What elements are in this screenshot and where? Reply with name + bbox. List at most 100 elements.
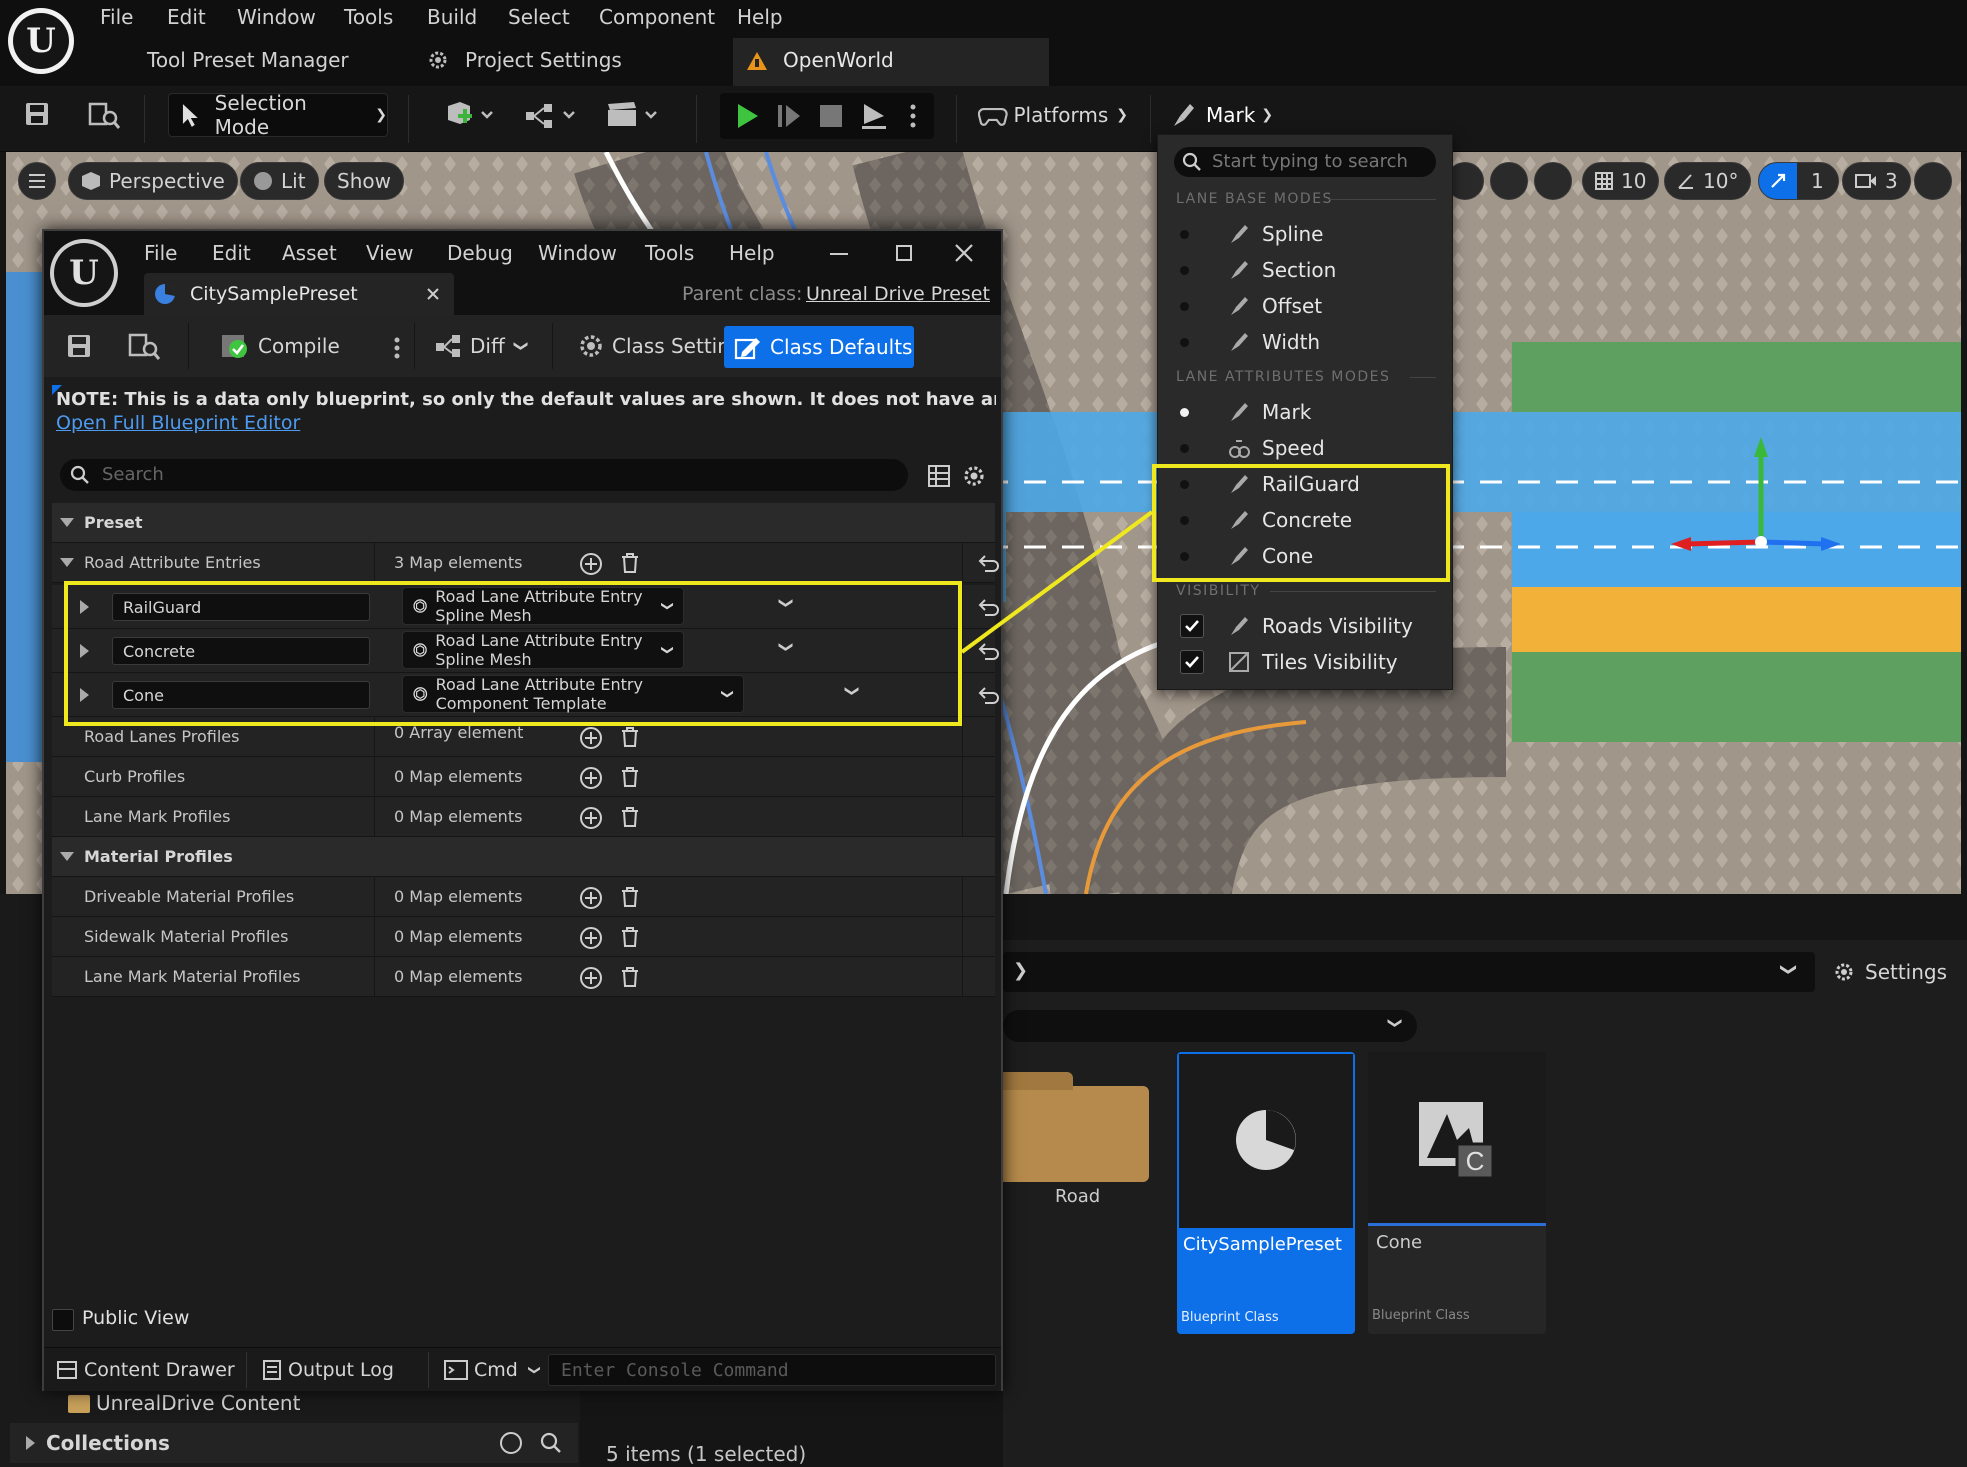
filter-bar[interactable]: ❯ bbox=[1003, 1010, 1417, 1042]
browse-icon[interactable] bbox=[88, 100, 120, 130]
menu-component[interactable]: Component bbox=[599, 5, 715, 29]
path-bar[interactable]: ❯ ❯ bbox=[1003, 952, 1815, 992]
compile-options-icon[interactable] bbox=[394, 337, 400, 359]
asset-tile-citysamplepreset[interactable]: CitySamplePreset Blueprint Class bbox=[1177, 1052, 1355, 1334]
public-view-checkbox[interactable] bbox=[52, 1309, 74, 1331]
menu-edit[interactable]: Edit bbox=[167, 5, 206, 29]
cinematics-icon[interactable] bbox=[606, 100, 662, 130]
trash-icon[interactable] bbox=[620, 806, 640, 828]
bp-menu-help[interactable]: Help bbox=[729, 241, 775, 265]
bp-menu-file[interactable]: File bbox=[144, 241, 177, 265]
tab-project-settings[interactable]: Project Settings bbox=[465, 48, 622, 72]
trash-icon[interactable] bbox=[620, 552, 640, 574]
trash-icon[interactable] bbox=[620, 926, 640, 948]
menu-search-box[interactable]: Start typing to search bbox=[1174, 147, 1436, 177]
close-tab-icon[interactable] bbox=[426, 287, 440, 301]
bp-menu-edit[interactable]: Edit bbox=[212, 241, 251, 265]
checkbox[interactable] bbox=[1180, 614, 1204, 638]
surface-snap-icon[interactable] bbox=[1490, 162, 1528, 200]
scale-snap-button[interactable]: 1 bbox=[1758, 162, 1839, 200]
blueprint-graph-icon[interactable] bbox=[524, 100, 580, 130]
settings-button[interactable]: Settings bbox=[1833, 952, 1947, 992]
details-search-input[interactable]: Search bbox=[60, 459, 908, 491]
console-command-input[interactable]: Enter Console Command bbox=[548, 1354, 996, 1386]
reset-to-default-icon[interactable] bbox=[977, 685, 999, 705]
menu-item-section[interactable]: Section bbox=[1158, 253, 1452, 287]
minimize-icon[interactable] bbox=[830, 253, 848, 255]
add-actor-icon[interactable] bbox=[444, 100, 496, 130]
tab-openworld[interactable]: OpenWorld bbox=[733, 38, 1049, 86]
asset-tile-cone[interactable]: C Cone Blueprint Class bbox=[1368, 1052, 1546, 1334]
unreal-logo-icon[interactable]: U bbox=[8, 8, 74, 74]
menu-item-roads-visibility[interactable]: Roads Visibility bbox=[1158, 609, 1452, 643]
asset-folder-road[interactable]: Road bbox=[1003, 1050, 1153, 1280]
bp-menu-window[interactable]: Window bbox=[538, 241, 617, 265]
more-options-icon[interactable] bbox=[910, 103, 916, 129]
add-collection-icon[interactable] bbox=[500, 1432, 522, 1454]
layout-icon[interactable] bbox=[1914, 162, 1952, 200]
bp-menu-debug[interactable]: Debug bbox=[447, 241, 513, 265]
eject-icon[interactable] bbox=[860, 102, 888, 130]
tab-tool-preset-manager[interactable]: Tool Preset Manager bbox=[147, 48, 349, 72]
save-icon[interactable] bbox=[24, 101, 50, 127]
tree-item-unrealdrive-content[interactable]: UnrealDrive Content bbox=[96, 1391, 300, 1415]
search-icon[interactable] bbox=[540, 1432, 562, 1454]
parent-class-link[interactable]: Unreal Drive Preset bbox=[806, 283, 990, 305]
camera-speed-button[interactable]: 3 bbox=[1842, 162, 1911, 200]
menu-file[interactable]: File bbox=[100, 5, 133, 29]
output-log-button[interactable]: Output Log bbox=[262, 1354, 394, 1386]
mark-mode-dropdown[interactable]: Mark ❯ bbox=[1170, 93, 1280, 137]
trash-icon[interactable] bbox=[620, 726, 640, 748]
bp-tab-citysamplepreset[interactable]: CitySamplePreset bbox=[144, 273, 454, 315]
world-local-icon[interactable] bbox=[1534, 162, 1572, 200]
trash-icon[interactable] bbox=[620, 966, 640, 988]
menu-select[interactable]: Select bbox=[508, 5, 570, 29]
menu-item-spline[interactable]: Spline bbox=[1158, 217, 1452, 251]
selection-mode-dropdown[interactable]: Selection Mode ❯ bbox=[168, 91, 388, 139]
play-icon[interactable] bbox=[736, 103, 760, 129]
menu-tools[interactable]: Tools bbox=[344, 5, 393, 29]
trash-icon[interactable] bbox=[620, 886, 640, 908]
chevron-down-icon[interactable]: ❯ bbox=[1780, 963, 1799, 976]
perspective-button[interactable]: Perspective bbox=[68, 162, 238, 200]
add-element-icon[interactable] bbox=[580, 727, 602, 749]
stop-icon[interactable] bbox=[820, 105, 842, 127]
lit-button[interactable]: Lit bbox=[240, 162, 319, 200]
class-defaults-button[interactable]: Class Defaults bbox=[724, 326, 914, 368]
bp-menu-view[interactable]: View bbox=[366, 241, 413, 265]
cmd-dropdown[interactable]: Cmd ❯ bbox=[444, 1354, 542, 1386]
compile-button[interactable]: Compile bbox=[220, 327, 340, 365]
section-preset[interactable]: Preset bbox=[52, 503, 995, 543]
diff-button[interactable]: Diff ❯ bbox=[434, 327, 529, 365]
menu-item-tiles-visibility[interactable]: Tiles Visibility bbox=[1158, 645, 1452, 679]
collapse-arrow-icon[interactable] bbox=[60, 558, 74, 567]
section-material-profiles[interactable]: Material Profiles bbox=[52, 837, 995, 877]
rotation-snap-button[interactable]: 10° bbox=[1664, 162, 1752, 200]
add-element-icon[interactable] bbox=[580, 807, 602, 829]
close-icon[interactable] bbox=[954, 243, 974, 263]
browse-icon[interactable] bbox=[128, 331, 160, 361]
add-element-icon[interactable] bbox=[580, 887, 602, 909]
viewport-menu-icon[interactable] bbox=[18, 162, 56, 200]
menu-item-offset[interactable]: Offset bbox=[1158, 289, 1452, 323]
add-element-icon[interactable] bbox=[580, 967, 602, 989]
show-button[interactable]: Show bbox=[324, 162, 404, 200]
collections-header[interactable]: Collections bbox=[10, 1423, 578, 1463]
save-icon[interactable] bbox=[66, 333, 92, 359]
maximize-icon[interactable] bbox=[896, 245, 912, 261]
grid-snap-button[interactable]: 10 bbox=[1582, 162, 1660, 200]
menu-item-width[interactable]: Width bbox=[1158, 325, 1452, 359]
bp-menu-tools[interactable]: Tools bbox=[645, 241, 694, 265]
menu-help[interactable]: Help bbox=[737, 5, 783, 29]
add-element-icon[interactable] bbox=[580, 927, 602, 949]
menu-item-speed[interactable]: Speed bbox=[1158, 431, 1452, 465]
content-drawer-button[interactable]: Content Drawer bbox=[56, 1354, 235, 1386]
menu-window[interactable]: Window bbox=[237, 5, 316, 29]
platforms-dropdown[interactable]: Platforms ❯ bbox=[978, 93, 1128, 137]
menu-item-mark[interactable]: Mark bbox=[1158, 395, 1452, 429]
gear-icon[interactable] bbox=[962, 464, 986, 488]
menu-build[interactable]: Build bbox=[427, 5, 477, 29]
bp-menu-asset[interactable]: Asset bbox=[282, 241, 337, 265]
advance-frame-icon[interactable] bbox=[776, 103, 802, 129]
trash-icon[interactable] bbox=[620, 766, 640, 788]
